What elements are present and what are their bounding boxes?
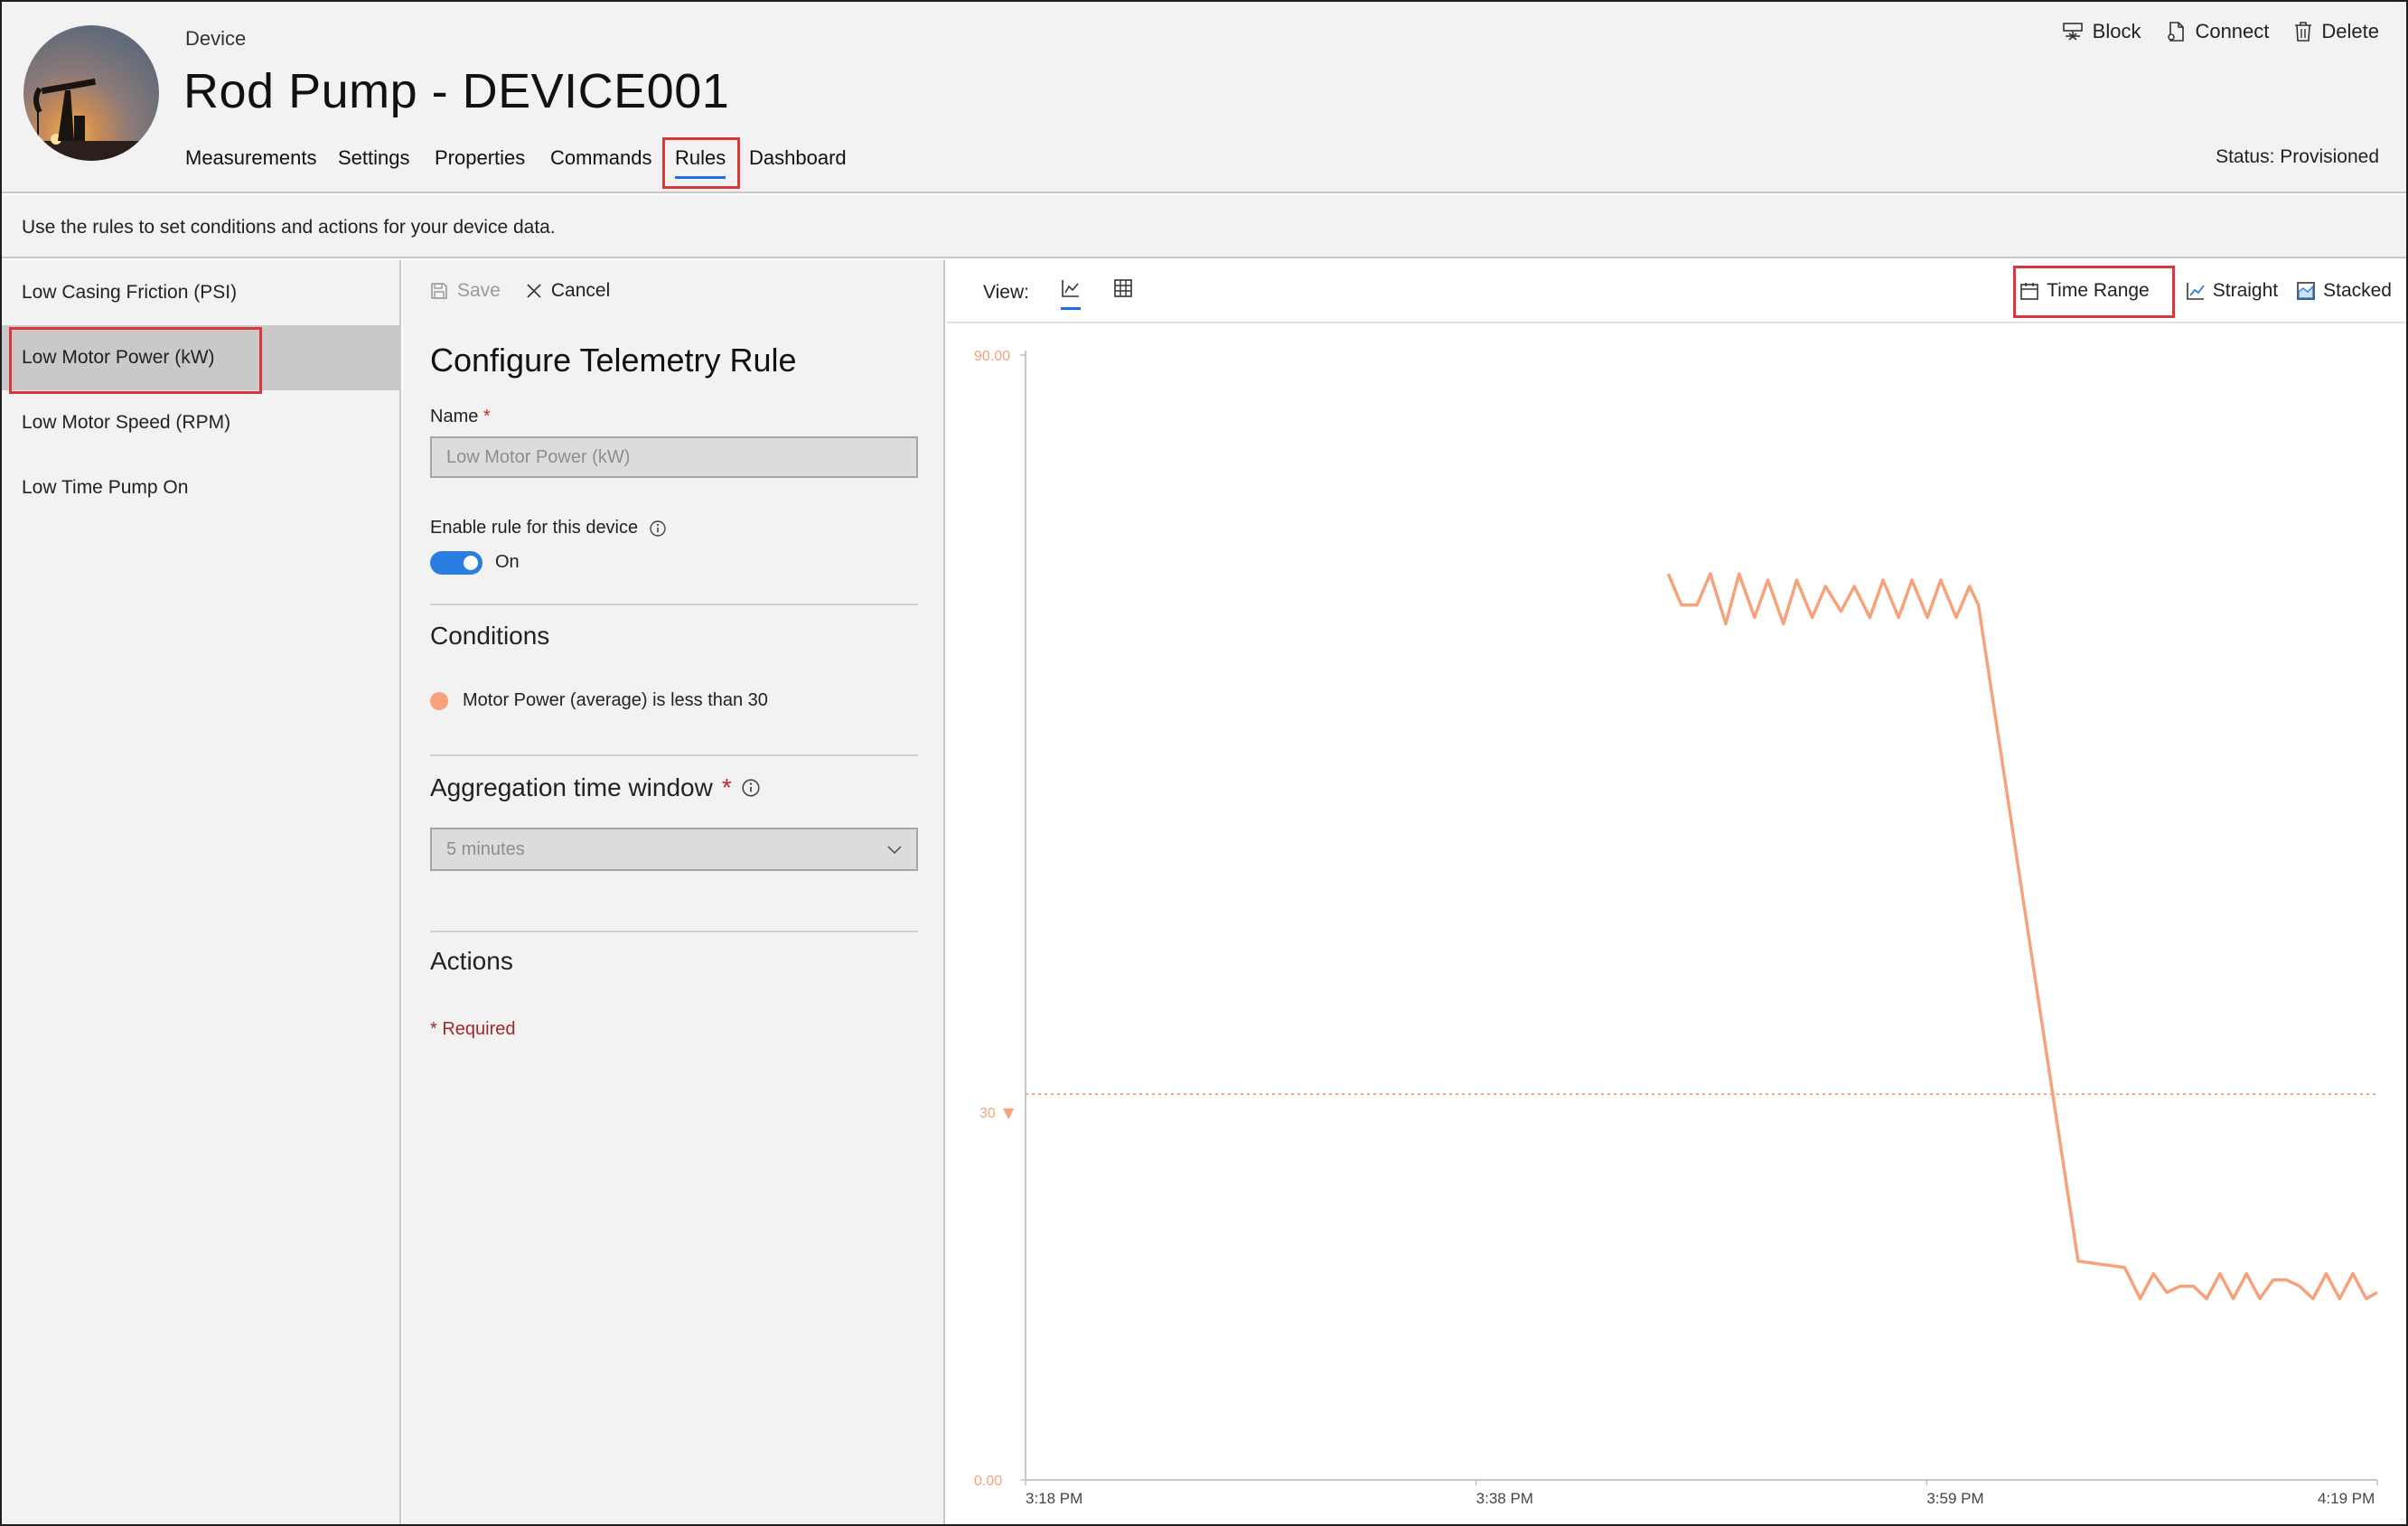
- section-divider: [430, 754, 918, 756]
- line-chart-view-icon[interactable]: [1061, 278, 1081, 310]
- condition-color-dot: [430, 692, 448, 710]
- connect-button[interactable]: Connect: [2166, 20, 2269, 43]
- x-tick-label: 4:19 PM: [2318, 1490, 2375, 1507]
- tab-commands[interactable]: Commands: [550, 146, 651, 170]
- conditions-heading: Conditions: [430, 622, 550, 650]
- view-label: View:: [983, 282, 1029, 303]
- block-label: Block: [2092, 20, 2141, 42]
- straight-label: Straight: [2212, 280, 2279, 301]
- close-icon: [527, 284, 541, 298]
- chart-toolbar: View: Time Range Straight Stacked: [947, 260, 2406, 323]
- page-title: Rod Pump - DEVICE001: [183, 64, 730, 118]
- required-asterisk: *: [483, 407, 491, 426]
- y-tick-label: 90.00: [974, 349, 1010, 364]
- cancel-label: Cancel: [550, 280, 611, 301]
- info-icon[interactable]: [741, 778, 761, 798]
- save-icon: [431, 283, 447, 299]
- trash-icon: [2295, 22, 2312, 42]
- time-range-label: Time Range: [2047, 280, 2150, 301]
- chevron-down-icon: [887, 846, 902, 855]
- rule-item-low-time-pump-on[interactable]: Low Time Pump On: [2, 455, 401, 520]
- section-divider: [430, 931, 918, 932]
- enable-rule-label: Enable rule for this device: [430, 518, 667, 538]
- device-avatar: [23, 25, 159, 161]
- config-toolbar: Save Cancel: [430, 280, 610, 302]
- save-button[interactable]: Save: [430, 280, 501, 302]
- enable-rule-toggle[interactable]: [430, 551, 483, 575]
- x-tick-label: 3:59 PM: [1926, 1490, 1983, 1507]
- rule-name-input[interactable]: Low Motor Power (kW): [430, 436, 918, 478]
- tab-properties[interactable]: Properties: [435, 146, 525, 170]
- toggle-state-label: On: [495, 552, 520, 572]
- rules-description-bar: Use the rules to set conditions and acti…: [2, 195, 2406, 258]
- tab-rules[interactable]: Rules: [675, 146, 726, 179]
- rule-list: Low Casing Friction (PSI) Low Motor Powe…: [2, 260, 401, 1524]
- calendar-icon: [2020, 283, 2038, 300]
- tab-settings[interactable]: Settings: [338, 146, 410, 170]
- straight-line-icon: [2186, 283, 2205, 300]
- app-window: Device Rod Pump - DEVICE001 Measurements…: [0, 0, 2408, 1526]
- block-icon: [2062, 23, 2083, 41]
- tab-measurements[interactable]: Measurements: [185, 146, 317, 170]
- cancel-button[interactable]: Cancel: [526, 280, 610, 302]
- telemetry-chart: 90.00 30 0.00 3:18 PM 3:38 PM 3:59 PM 4:19 PM…: [974, 349, 2378, 1507]
- connect-icon: [2168, 22, 2185, 42]
- info-icon[interactable]: [649, 520, 667, 538]
- aggregation-value: 5 minutes: [446, 838, 525, 859]
- rule-config-panel: Save Cancel Configure Telemetry Rule Nam…: [403, 260, 945, 1524]
- time-range-button[interactable]: Time Range: [2012, 280, 2157, 302]
- required-note: * Required: [430, 1019, 516, 1039]
- stacked-label: Stacked: [2323, 280, 2392, 301]
- x-tick-label: 3:38 PM: [1476, 1490, 1533, 1507]
- config-title: Configure Telemetry Rule: [430, 342, 797, 379]
- actions-heading: Actions: [430, 947, 513, 975]
- connect-label: Connect: [2195, 20, 2270, 42]
- y-tick-label: 0.00: [974, 1474, 1002, 1489]
- tab-dashboard[interactable]: Dashboard: [749, 146, 847, 170]
- chart-panel: View: Time Range Straight Stacked 90.00 …: [947, 260, 2406, 1524]
- name-field-label: Name *: [430, 407, 491, 426]
- device-actions: Block Connect Delete: [2062, 20, 2379, 43]
- condition-text[interactable]: Motor Power (average) is less than 30: [463, 690, 768, 711]
- threshold-marker: ▼: [1003, 1104, 1015, 1121]
- toggle-knob: [464, 556, 478, 570]
- stacked-button[interactable]: Stacked: [2296, 280, 2392, 302]
- section-divider: [430, 604, 918, 605]
- aggregation-label: Aggregation time window *: [430, 773, 761, 802]
- rule-item-low-casing-friction[interactable]: Low Casing Friction (PSI): [2, 260, 401, 325]
- motor-power-series-line: [1666, 572, 2378, 1301]
- breadcrumb: Device: [185, 27, 247, 50]
- rule-item-low-motor-power[interactable]: Low Motor Power (kW): [2, 325, 401, 390]
- straight-button[interactable]: Straight: [2186, 280, 2278, 302]
- device-status: Status: Provisioned: [2216, 146, 2379, 167]
- device-header: Device Rod Pump - DEVICE001 Measurements…: [2, 2, 2406, 193]
- grid-view-icon[interactable]: [1113, 278, 1133, 303]
- required-asterisk: *: [721, 773, 732, 801]
- x-tick-label: 3:18 PM: [1026, 1490, 1082, 1507]
- chart-actions: Time Range Straight Stacked: [2012, 280, 2392, 302]
- aggregation-window-select[interactable]: 5 minutes: [430, 828, 918, 871]
- y-tick-label: 30: [979, 1106, 996, 1121]
- rules-description: Use the rules to set conditions and acti…: [22, 217, 556, 238]
- stacked-area-icon: [2297, 282, 2315, 300]
- save-label: Save: [457, 280, 501, 301]
- delete-button[interactable]: Delete: [2294, 20, 2379, 43]
- block-button[interactable]: Block: [2062, 20, 2141, 43]
- delete-label: Delete: [2321, 20, 2379, 42]
- rule-item-low-motor-speed[interactable]: Low Motor Speed (RPM): [2, 390, 401, 455]
